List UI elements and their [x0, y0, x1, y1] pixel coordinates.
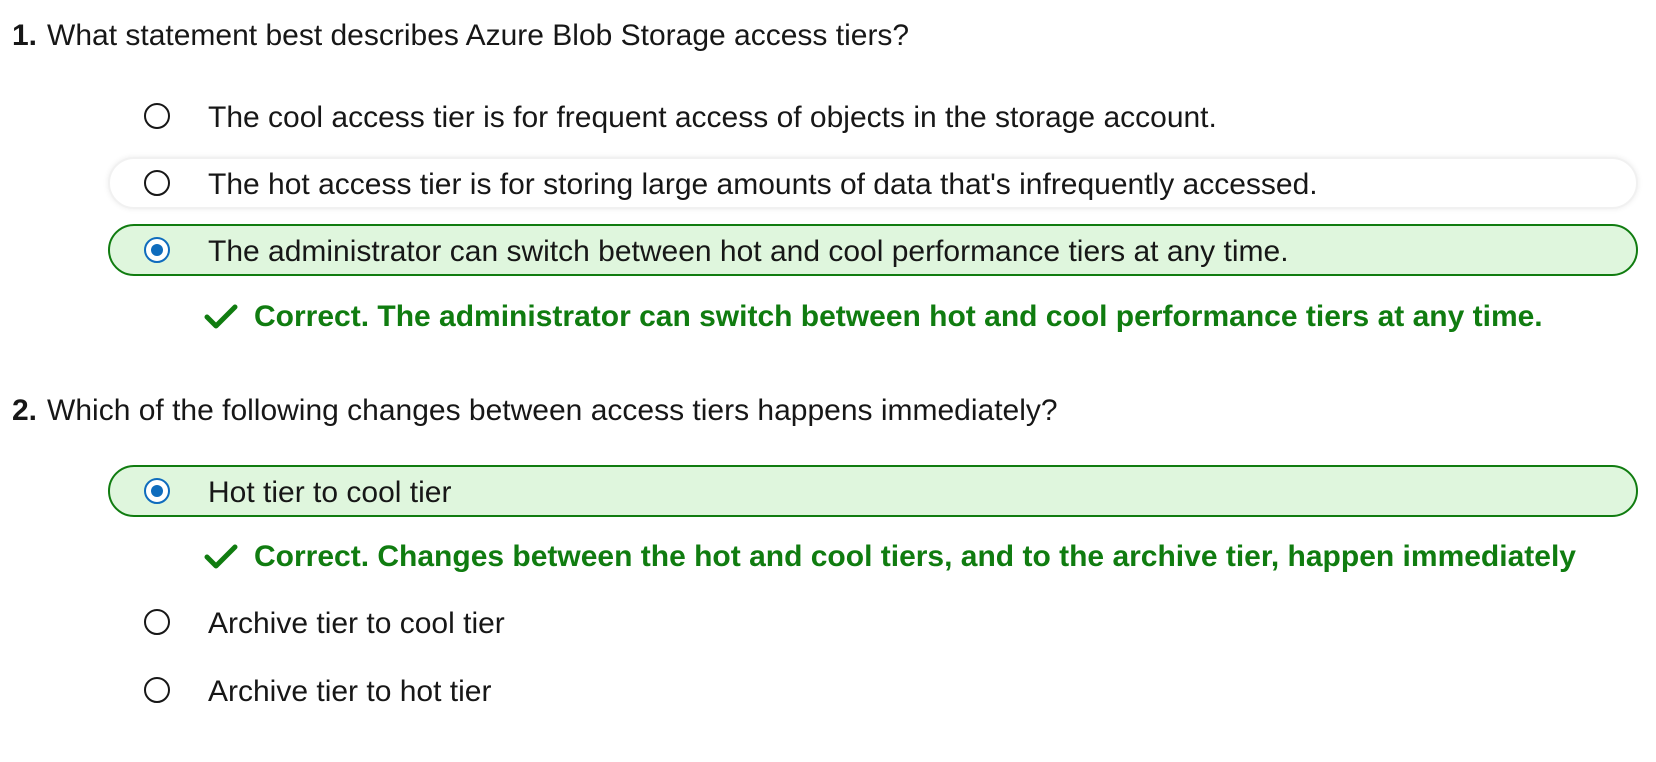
- question-2: 2. Which of the following changes between…: [12, 391, 1058, 431]
- question-1-option-3[interactable]: The administrator can switch between hot…: [108, 224, 1638, 276]
- option-label: The hot access tier is for storing large…: [208, 168, 1318, 201]
- question-2-number: 2.: [12, 394, 38, 427]
- option-label: Hot tier to cool tier: [208, 476, 452, 509]
- checkmark-icon: [204, 304, 238, 329]
- radio-button[interactable]: [144, 609, 170, 635]
- option-label: The cool access tier is for frequent acc…: [208, 101, 1217, 134]
- option-label: Archive tier to hot tier: [208, 675, 492, 708]
- feedback-text: Correct. Changes between the hot and coo…: [254, 540, 1576, 573]
- question-1-number: 1.: [12, 19, 38, 52]
- option-label: The administrator can switch between hot…: [208, 235, 1289, 268]
- radio-button[interactable]: [144, 170, 170, 196]
- radio-button[interactable]: [144, 677, 170, 703]
- question-2-option-3[interactable]: Archive tier to hot tier: [108, 664, 1638, 716]
- question-1-option-2[interactable]: The hot access tier is for storing large…: [108, 157, 1638, 209]
- radio-button-checked[interactable]: [144, 237, 170, 263]
- feedback-text: Correct. The administrator can switch be…: [254, 300, 1543, 333]
- question-1-option-1[interactable]: The cool access tier is for frequent acc…: [108, 90, 1638, 142]
- question-1: 1. What statement best describes Azure Bl…: [12, 16, 909, 56]
- question-1-text: What statement best describes Azure Blob…: [47, 19, 910, 52]
- question-2-text: Which of the following changes between a…: [47, 394, 1058, 427]
- question-2-option-1[interactable]: Hot tier to cool tier: [108, 465, 1638, 517]
- radio-button[interactable]: [144, 103, 170, 129]
- option-label: Archive tier to cool tier: [208, 607, 505, 640]
- radio-button-checked[interactable]: [144, 478, 170, 504]
- checkmark-icon: [204, 544, 238, 569]
- question-2-option-2[interactable]: Archive tier to cool tier: [108, 596, 1638, 648]
